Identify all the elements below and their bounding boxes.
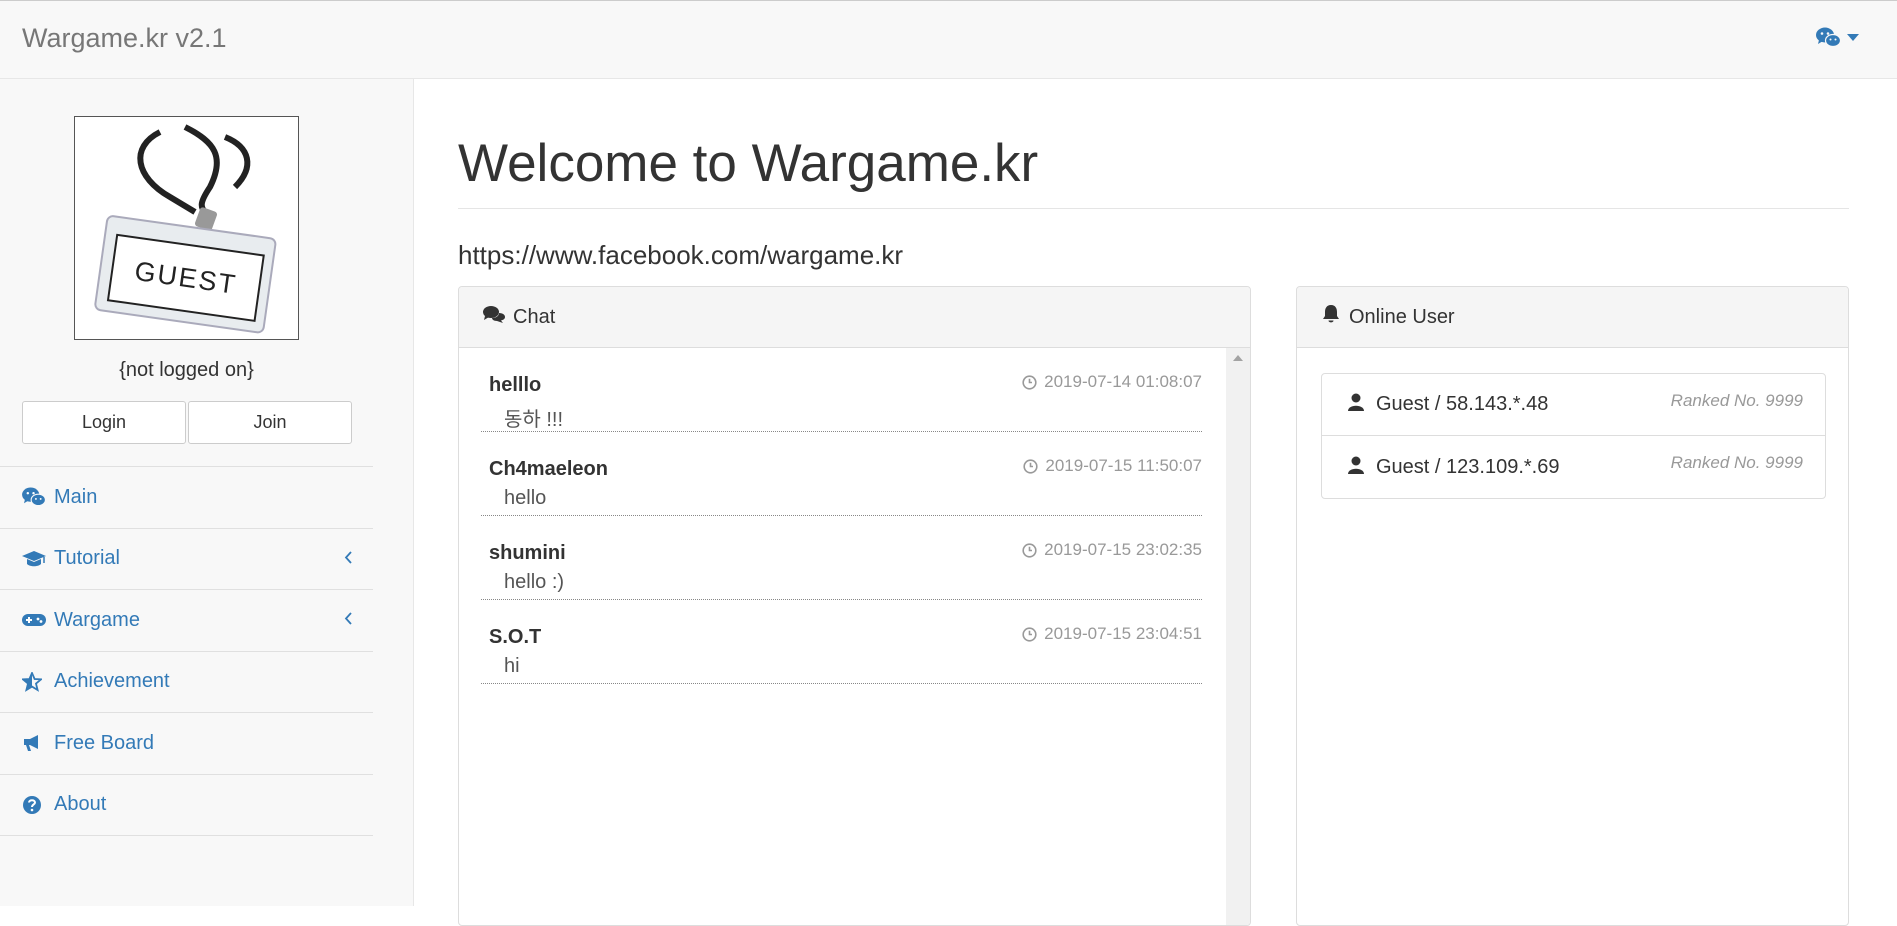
sidebar-item-tutorial[interactable]: Tutorial bbox=[0, 529, 373, 590]
online-panel-title: Online User bbox=[1349, 305, 1455, 328]
sidebar-item-label: Achievement bbox=[54, 670, 170, 693]
user-icon bbox=[1348, 456, 1364, 479]
login-button[interactable]: Login bbox=[22, 401, 186, 444]
chat-message: Ch4maeleon 2019-07-15 11:50:07 hello bbox=[481, 432, 1202, 516]
chat-username: S.O.T bbox=[489, 626, 542, 648]
sidebar-item-about[interactable]: About bbox=[0, 775, 373, 836]
clock-icon bbox=[1022, 626, 1037, 642]
login-status: {not logged on} bbox=[119, 359, 254, 381]
wechat-icon bbox=[1816, 27, 1841, 48]
chat-dropdown-toggle[interactable] bbox=[1816, 27, 1859, 48]
user-icon bbox=[1348, 393, 1364, 416]
sidebar-item-label: Free Board bbox=[54, 731, 155, 754]
clock-icon bbox=[1022, 542, 1037, 558]
chat-username: shumini bbox=[489, 542, 566, 564]
chat-panel-header: Chat bbox=[459, 287, 1250, 348]
main-content: Welcome to Wargame.kr https://www.facebo… bbox=[415, 79, 1897, 926]
chat-username: Ch4maeleon bbox=[489, 458, 608, 480]
graduation-cap-icon bbox=[22, 548, 48, 570]
sidebar: GUEST {not logged on} Login Join Main Tu… bbox=[0, 79, 414, 906]
online-panel-header: Online User bbox=[1297, 287, 1848, 348]
facebook-link[interactable]: https://www.facebook.com/wargame.kr bbox=[458, 240, 903, 271]
gamepad-icon bbox=[22, 609, 48, 631]
chat-timestamp: 2019-07-15 11:50:07 bbox=[1023, 456, 1202, 476]
chat-scrollbar[interactable] bbox=[1226, 348, 1250, 925]
chevron-left-icon bbox=[344, 550, 353, 569]
sidebar-item-label: Main bbox=[54, 485, 98, 508]
online-user-rank: Ranked No. 9999 bbox=[1670, 391, 1803, 410]
sidebar-item-achievement[interactable]: Achievement bbox=[0, 652, 373, 713]
online-user-name: Guest / 58.143.*.48 bbox=[1376, 393, 1549, 415]
online-user-name: Guest / 123.109.*.69 bbox=[1376, 455, 1560, 478]
chat-text: hello bbox=[504, 487, 547, 509]
page-title: Welcome to Wargame.kr bbox=[458, 134, 1039, 193]
online-user-panel: Online User Guest / 58.143.*.48 Ranked N… bbox=[1296, 286, 1849, 926]
chat-panel: Chat helllo 2019-07-14 01:08:07 동하 !!! C… bbox=[458, 286, 1251, 926]
chat-timestamp: 2019-07-14 01:08:07 bbox=[1022, 372, 1202, 392]
clock-icon bbox=[1022, 374, 1037, 390]
top-navbar: Wargame.kr v2.1 bbox=[0, 0, 1897, 79]
sidebar-item-main[interactable]: Main bbox=[0, 467, 373, 529]
chat-text: 동하 !!! bbox=[504, 409, 564, 431]
online-user-list: Guest / 58.143.*.48 Ranked No. 9999 Gues… bbox=[1321, 373, 1826, 499]
chat-message: shumini 2019-07-15 23:02:35 hello :) bbox=[481, 516, 1202, 600]
chat-panel-title: Chat bbox=[513, 305, 556, 328]
bell-icon bbox=[1321, 304, 1349, 330]
online-user-item[interactable]: Guest / 58.143.*.48 Ranked No. 9999 bbox=[1322, 374, 1825, 436]
bullhorn-icon bbox=[22, 732, 48, 754]
brand-title[interactable]: Wargame.kr v2.1 bbox=[22, 23, 227, 54]
online-user-rank: Ranked No. 9999 bbox=[1670, 453, 1803, 472]
question-circle-icon bbox=[22, 794, 48, 816]
sidebar-nav: Main Tutorial Wargame Achievement Free B… bbox=[0, 466, 373, 836]
chat-text: hi bbox=[504, 655, 520, 677]
chat-text: hello :) bbox=[504, 571, 565, 593]
caret-down-icon bbox=[1847, 33, 1859, 42]
chat-timestamp: 2019-07-15 23:02:35 bbox=[1022, 540, 1202, 560]
title-divider bbox=[458, 208, 1849, 209]
wechat-icon bbox=[22, 486, 48, 508]
star-half-icon bbox=[22, 671, 48, 693]
chat-messages[interactable]: helllo 2019-07-14 01:08:07 동하 !!! Ch4mae… bbox=[459, 348, 1250, 925]
sidebar-item-free-board[interactable]: Free Board bbox=[0, 713, 373, 775]
online-user-item[interactable]: Guest / 123.109.*.69 Ranked No. 9999 bbox=[1322, 436, 1825, 498]
chat-message: S.O.T 2019-07-15 23:04:51 hi bbox=[481, 600, 1202, 684]
clock-icon bbox=[1023, 458, 1038, 474]
chat-username: helllo bbox=[489, 374, 542, 396]
sidebar-item-label: Wargame bbox=[54, 608, 140, 631]
join-button[interactable]: Join bbox=[188, 401, 352, 444]
scroll-up-arrow-icon[interactable] bbox=[1233, 355, 1243, 361]
guest-avatar: GUEST bbox=[74, 116, 299, 340]
chat-timestamp: 2019-07-15 23:04:51 bbox=[1022, 624, 1202, 644]
comments-icon bbox=[483, 305, 513, 329]
sidebar-item-label: About bbox=[54, 793, 107, 816]
chevron-left-icon bbox=[344, 612, 353, 630]
sidebar-item-wargame[interactable]: Wargame bbox=[0, 590, 373, 652]
chat-message: helllo 2019-07-14 01:08:07 동하 !!! bbox=[481, 348, 1202, 432]
sidebar-item-label: Tutorial bbox=[54, 547, 120, 570]
